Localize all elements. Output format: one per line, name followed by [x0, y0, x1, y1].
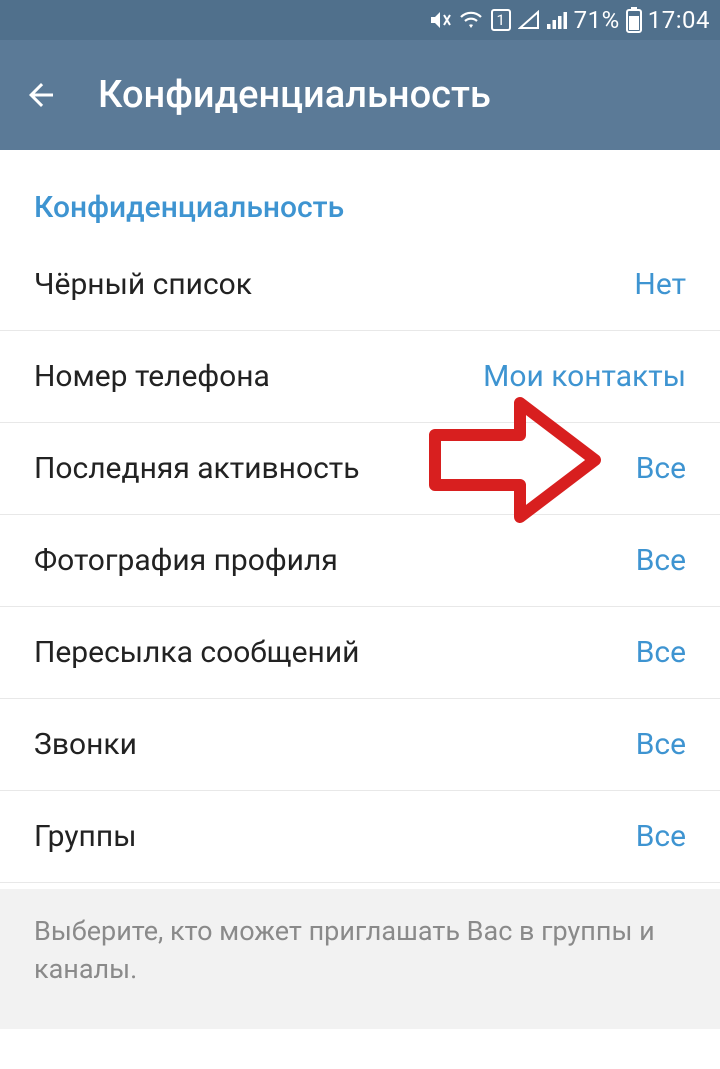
privacy-item-groups[interactable]: Группы Все — [0, 791, 720, 883]
item-value: Все — [636, 635, 686, 670]
back-button[interactable] — [20, 74, 62, 116]
item-value: Все — [636, 727, 686, 762]
section-header: Конфиденциальность — [0, 170, 720, 239]
privacy-item-profile-photo[interactable]: Фотография профиля Все — [0, 515, 720, 607]
signal-empty-icon — [518, 10, 540, 30]
sim-number: 1 — [490, 8, 512, 32]
arrow-left-icon — [23, 77, 59, 113]
status-icons: 1 71% 17:04 — [428, 6, 710, 34]
item-label: Чёрный список — [34, 267, 252, 302]
app-bar: Конфиденциальность — [0, 40, 720, 150]
item-label: Звонки — [34, 727, 137, 762]
battery-percent: 71% — [574, 6, 620, 34]
item-label: Номер телефона — [34, 359, 270, 394]
item-value: Все — [636, 451, 686, 486]
clock: 17:04 — [648, 6, 710, 34]
item-value: Все — [636, 819, 686, 854]
privacy-item-blacklist[interactable]: Чёрный список Нет — [0, 239, 720, 331]
privacy-item-forwarding[interactable]: Пересылка сообщений Все — [0, 607, 720, 699]
mute-icon — [428, 8, 452, 32]
status-bar: 1 71% 17:04 — [0, 0, 720, 40]
footer-note: Выберите, кто может приглашать Вас в гру… — [0, 889, 720, 1029]
item-value: Все — [636, 543, 686, 578]
battery-icon — [626, 7, 642, 33]
item-value: Нет — [634, 267, 686, 302]
item-value: Мои контакты — [483, 359, 686, 394]
item-label: Фотография профиля — [34, 543, 338, 578]
privacy-item-last-seen[interactable]: Последняя активность Все — [0, 423, 720, 515]
privacy-item-calls[interactable]: Звонки Все — [0, 699, 720, 791]
sim-icon: 1 — [490, 8, 512, 32]
signal-icon — [546, 10, 568, 30]
item-label: Группы — [34, 819, 136, 854]
item-label: Пересылка сообщений — [34, 635, 360, 670]
page-title: Конфиденциальность — [98, 73, 491, 117]
content: Конфиденциальность Чёрный список Нет Ном… — [0, 150, 720, 1029]
item-label: Последняя активность — [34, 451, 360, 486]
privacy-item-phone[interactable]: Номер телефона Мои контакты — [0, 331, 720, 423]
wifi-icon — [458, 10, 484, 30]
